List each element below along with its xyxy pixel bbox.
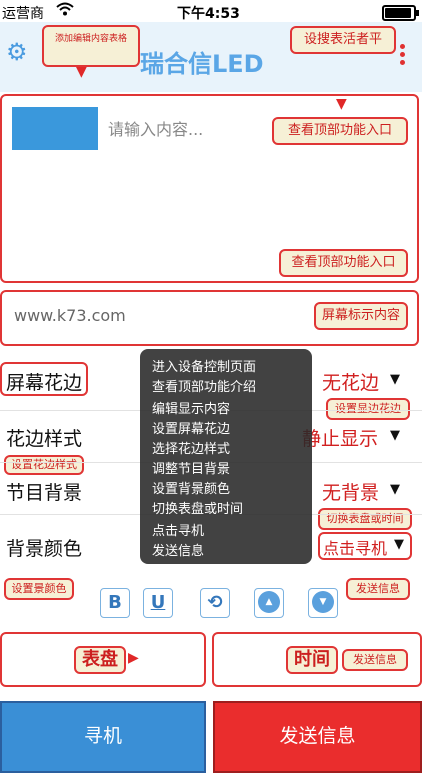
row-value-border[interactable]: 无花边 (322, 368, 379, 395)
overlay-item: 进入设备控制页面 (152, 360, 257, 375)
callout-switch: 切换表盘或时间 (318, 508, 412, 530)
callout-arrow: ▼ (76, 64, 87, 80)
find-button[interactable]: 寻机 (0, 701, 206, 773)
overlay-item: 调整节目背景 (152, 462, 231, 477)
chevron-down-icon[interactable]: ▼ (390, 428, 400, 443)
callout-arrow: ▶ (128, 650, 139, 666)
row-value-background[interactable]: 无背景 (322, 478, 379, 505)
row-value-bg-color[interactable]: 点击寻机 (323, 535, 387, 559)
overlay-item: 编辑显示内容 (152, 402, 231, 417)
overlay-item: 点击寻机 (152, 524, 205, 539)
send-button[interactable]: 发送信息 (213, 701, 422, 773)
underline-button[interactable]: U (143, 588, 173, 618)
status-bar: 运营商 下午4:53 (0, 0, 422, 22)
row-label-border: 屏幕花边 (6, 372, 83, 394)
content-input[interactable]: 请输入内容... (108, 116, 203, 140)
bold-button[interactable]: B (100, 588, 130, 618)
overlay-item: 切换表盘或时间 (152, 502, 244, 517)
arrow-down-icon[interactable]: ▼ (308, 588, 338, 618)
preview-block (12, 107, 98, 150)
row-value-style[interactable]: 静止显示 (302, 424, 378, 451)
status-time: 下午4:53 (177, 6, 240, 22)
time-label: 时间 (286, 646, 338, 674)
wifi-icon (56, 2, 74, 20)
callout-top-left: 添加编辑内容表格 (42, 25, 140, 67)
carrier-label: 运营商 (2, 6, 44, 22)
chevron-down-icon[interactable]: ▼ (390, 372, 400, 387)
callout-send-info-1: 发送信息 (346, 578, 410, 600)
gear-icon[interactable]: ⚙ (6, 40, 28, 64)
arrow-up-icon[interactable]: ▲ (254, 588, 284, 618)
callout-set-border-style: 设置花边样式 (4, 455, 84, 475)
callout-send-info-2: 发送信息 (342, 649, 408, 671)
app-title: 瑞合信LED (140, 50, 264, 78)
callout-screen-content: 屏幕标示内容 (314, 302, 408, 330)
overlay-item: 选择花边样式 (152, 442, 231, 457)
row-label-background: 节目背景 (6, 482, 83, 504)
row-label-bg-color: 背景颜色 (6, 538, 83, 560)
callout-check-top-1: 查看顶部功能入口 (272, 117, 408, 145)
callout-arrow: ▼ (336, 96, 347, 112)
chevron-down-icon[interactable]: ▼ (390, 482, 400, 497)
overlay-item: 发送信息 (152, 544, 205, 559)
dial-label: 表盘 (74, 646, 126, 674)
overlay-item: 设置背景颜色 (152, 482, 231, 497)
url-text: www.k73.com (14, 306, 126, 325)
chevron-down-icon[interactable]: ▼ (394, 537, 404, 552)
rotate-icon[interactable]: ⟲ (200, 588, 230, 618)
menu-dots-icon[interactable] (400, 44, 406, 66)
callout-check-top-2: 查看顶部功能入口 (279, 249, 408, 277)
battery-icon (382, 5, 419, 21)
overlay-item: 设置屏幕花边 (152, 422, 231, 437)
callout-set-border: 设置显边花边 (326, 398, 410, 420)
callout-top-right: 设搜表活者平 (290, 26, 396, 54)
overlay-item: 查看顶部功能介绍 (152, 380, 257, 395)
callout-set-bg-color: 设置景颜色 (4, 578, 74, 600)
row-label-style: 花边样式 (6, 428, 83, 450)
